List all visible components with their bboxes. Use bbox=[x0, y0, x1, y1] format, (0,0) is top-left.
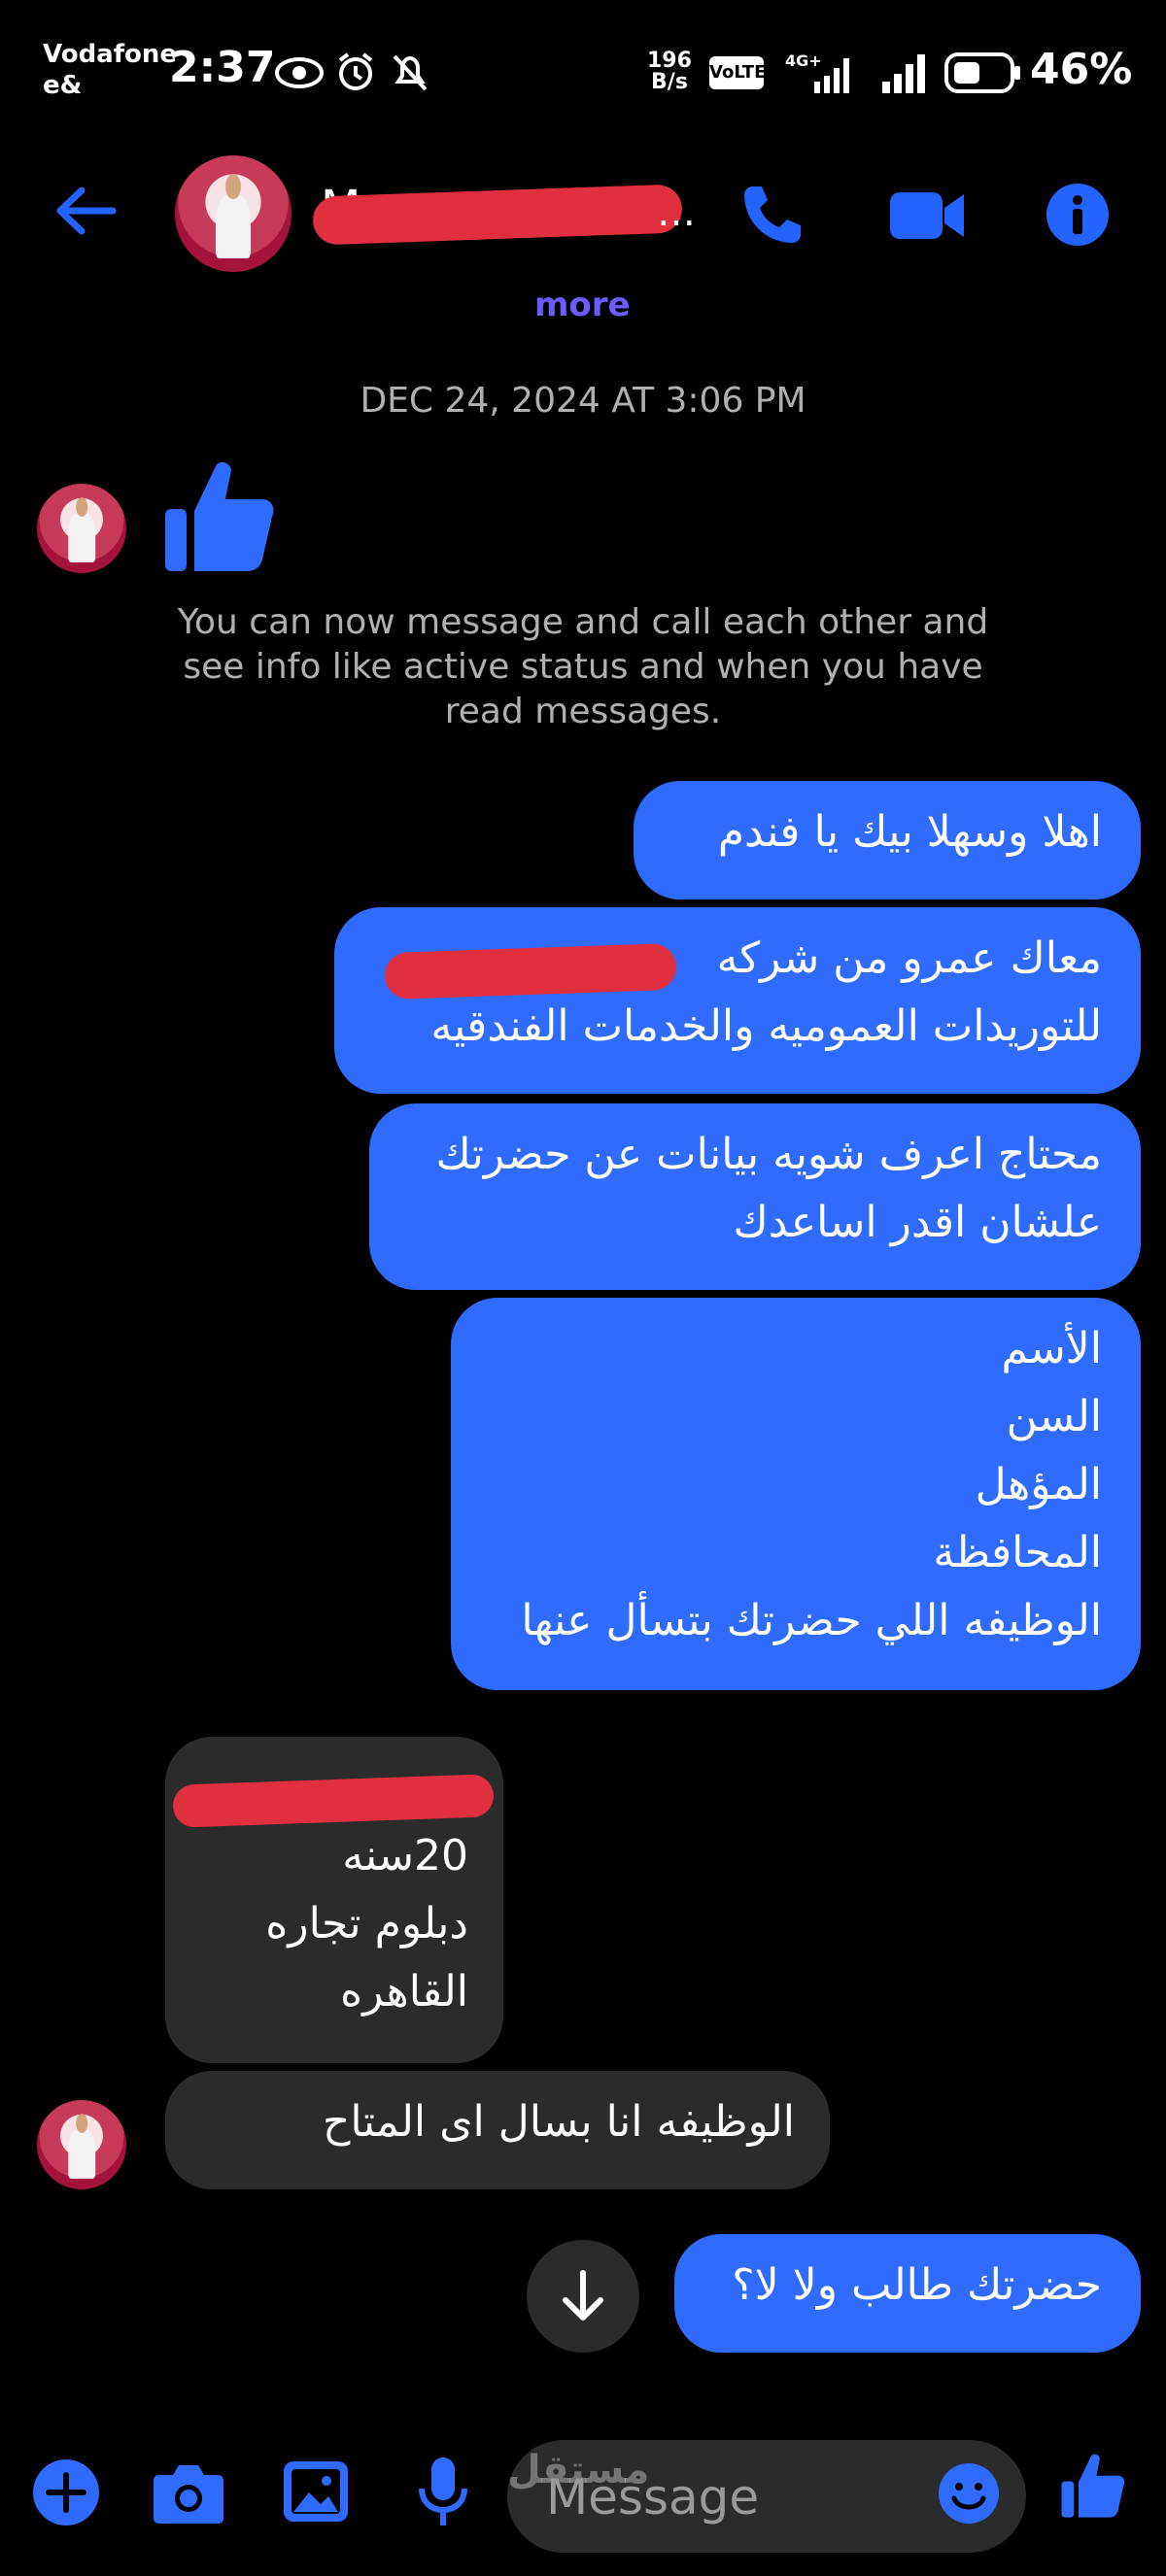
battery-percent: 46% bbox=[1030, 45, 1133, 94]
back-arrow-icon[interactable] bbox=[54, 185, 117, 237]
arrow-down-icon bbox=[563, 2270, 603, 2321]
name-ellipsis: … bbox=[657, 190, 696, 235]
message-text: للتوريدات العموميه والخدمات الفندقيه bbox=[430, 1001, 1102, 1051]
camera-icon[interactable] bbox=[152, 2459, 225, 2525]
mute-bell-icon bbox=[393, 54, 428, 91]
svg-text:4G+: 4G+ bbox=[785, 51, 822, 70]
net-speed: 196 B/s bbox=[647, 49, 692, 94]
signal-4g-icon: 4G+ bbox=[785, 51, 849, 93]
message-text: المحافظة bbox=[933, 1528, 1102, 1577]
message-text: علشان اقدر اساعدك bbox=[733, 1198, 1102, 1247]
thumbs-up-send-icon[interactable] bbox=[1059, 2450, 1127, 2520]
connection-notice: You can now message and call each other … bbox=[177, 602, 989, 731]
message-text: دبلوم تجاره bbox=[265, 1899, 468, 1949]
eye-icon bbox=[275, 57, 324, 88]
phone-call-icon[interactable] bbox=[738, 181, 806, 249]
message-bubble-outgoing[interactable]: حضرتك طالب ولا لا؟ bbox=[674, 2234, 1141, 2353]
alarm-icon bbox=[338, 52, 373, 90]
see-more-link[interactable]: more bbox=[534, 286, 631, 324]
scroll-to-bottom-button[interactable] bbox=[527, 2240, 639, 2353]
message-input-placeholder: Message bbox=[546, 2469, 760, 2525]
contact-avatar-small[interactable] bbox=[37, 2100, 126, 2189]
conversation-timestamp: DEC 24, 2024 AT 3:06 PM bbox=[360, 381, 806, 421]
message-text: الوظيفه انا بسال اى المتاح bbox=[322, 2097, 795, 2147]
message-bubble-outgoing[interactable]: معاك عمرو من شركه للتوريدات العموميه وال… bbox=[334, 907, 1141, 1094]
status-time: 2:37 bbox=[169, 43, 276, 92]
message-text: اهلا وسهلا بيك يا فندم bbox=[717, 807, 1102, 857]
message-text: السن bbox=[1006, 1392, 1102, 1441]
add-plus-icon[interactable] bbox=[31, 2457, 101, 2527]
message-bubble-outgoing[interactable]: اهلا وسهلا بيك يا فندم bbox=[634, 781, 1141, 899]
info-icon[interactable] bbox=[1044, 181, 1112, 249]
gallery-image-icon[interactable] bbox=[282, 2459, 350, 2524]
message-text: الأسم bbox=[1001, 1324, 1102, 1373]
message-text: المؤهل bbox=[975, 1460, 1102, 1509]
video-call-icon[interactable] bbox=[888, 186, 966, 245]
thumbs-up-icon bbox=[165, 461, 274, 571]
battery-icon bbox=[944, 52, 1020, 93]
message-bubble-outgoing[interactable]: محتاج اعرف شويه بيانات عن حضرتك علشان اق… bbox=[369, 1103, 1141, 1290]
carrier-label: Vodafone e& bbox=[43, 40, 178, 100]
message-text: حضرتك طالب ولا لا؟ bbox=[732, 2260, 1102, 2310]
volte-badge: VoLTE bbox=[709, 56, 766, 89]
message-text: محتاج اعرف شويه بيانات عن حضرتك bbox=[435, 1130, 1102, 1179]
emoji-icon[interactable] bbox=[937, 2461, 1001, 2525]
signal-icon bbox=[882, 54, 925, 93]
message-bubble-outgoing[interactable]: الأسم السن المؤهل المحافظة الوظيفه اللي … bbox=[451, 1298, 1141, 1690]
message-text: الوظيفه اللي حضرتك بتسأل عنها bbox=[521, 1596, 1102, 1645]
message-text: القاهره bbox=[340, 1967, 468, 2017]
contact-avatar[interactable] bbox=[175, 155, 292, 272]
microphone-icon[interactable] bbox=[416, 2456, 470, 2529]
redaction-mark bbox=[312, 184, 683, 246]
contact-avatar-small[interactable] bbox=[37, 484, 126, 573]
message-bubble-incoming[interactable]: الوظيفه انا بسال اى المتاح bbox=[165, 2071, 830, 2189]
message-text: 20سنه bbox=[342, 1831, 468, 1881]
